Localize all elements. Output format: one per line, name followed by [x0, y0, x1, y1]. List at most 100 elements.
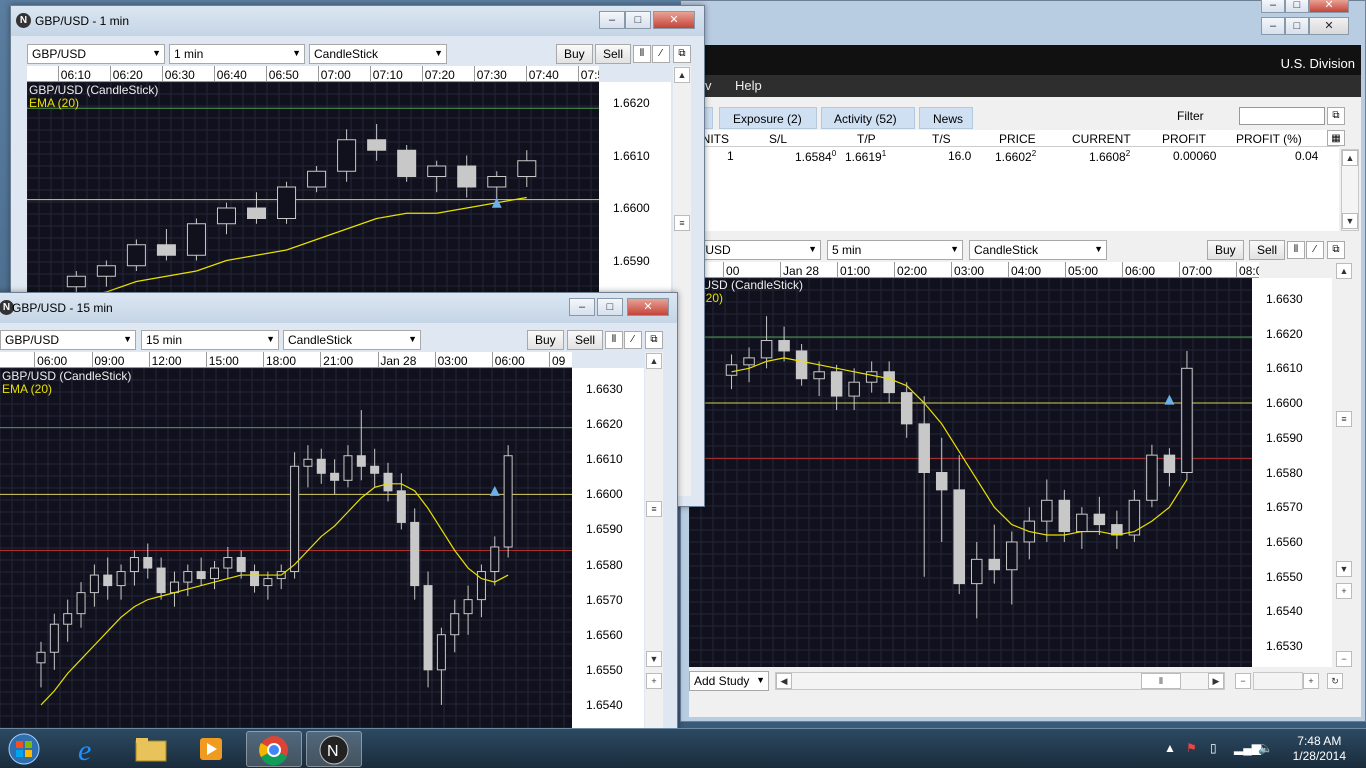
tab-exposure[interactable]: Exposure (2): [719, 107, 817, 129]
popout-icon[interactable]: ⧉: [645, 331, 663, 349]
filter-input[interactable]: [1239, 107, 1325, 125]
candles-icon[interactable]: ⫴: [1287, 241, 1305, 259]
tab-news[interactable]: News: [919, 107, 973, 129]
system-clock[interactable]: 7:48 AM 1/28/2014: [1293, 734, 1346, 764]
columns-icon[interactable]: ▦: [1327, 130, 1345, 146]
w5-chart-plot[interactable]: P/USD (CandleStick) A (20): [689, 278, 1252, 667]
scroll-left-icon[interactable]: ◀: [776, 673, 792, 689]
w15-buy-button[interactable]: Buy: [527, 330, 564, 350]
price-tick-label: 1.6630: [586, 382, 623, 397]
outer-minimize-button[interactable]: –: [1261, 0, 1285, 13]
w15-instrument-select[interactable]: GBP/USD ▼: [0, 330, 136, 350]
w1-buy-button[interactable]: Buy: [556, 44, 593, 64]
draw-icon[interactable]: ⁄: [624, 331, 642, 349]
scroll-up-icon[interactable]: ▲: [674, 67, 690, 83]
minimize-button[interactable]: –: [1261, 17, 1285, 35]
tab-activity[interactable]: Activity (52): [821, 107, 915, 129]
col-profit-pct[interactable]: PROFIT (%): [1236, 132, 1302, 146]
w15-chart-plot[interactable]: GBP/USD (CandleStick) EMA (20): [0, 368, 572, 733]
time-tick-mark: [318, 66, 320, 81]
network-icon[interactable]: ▂▄▆: [1234, 741, 1261, 755]
taskbar-media[interactable]: [182, 731, 238, 767]
w1-instrument-select[interactable]: GBP/USD ▼: [27, 44, 165, 64]
zoom-in-icon[interactable]: +: [1336, 583, 1352, 599]
scroll-up-icon[interactable]: ▲: [1342, 150, 1358, 166]
w1-sell-button[interactable]: Sell: [595, 44, 632, 64]
col-current[interactable]: CURRENT: [1072, 132, 1131, 146]
candles-icon[interactable]: ⫴: [633, 45, 651, 63]
w15-style-select[interactable]: CandleStick ▼: [283, 330, 421, 350]
scroll-thumb[interactable]: ⦀: [1141, 673, 1181, 689]
start-button[interactable]: [2, 731, 46, 767]
maximize-button[interactable]: □: [597, 298, 623, 316]
outer-close-button[interactable]: ✕: [1309, 0, 1349, 13]
scroll-down-icon[interactable]: ▼: [1336, 561, 1352, 577]
minimize-button[interactable]: –: [599, 11, 625, 29]
w5-timeframe-select[interactable]: 5 min ▼: [827, 240, 963, 260]
col-price[interactable]: PRICE: [999, 132, 1036, 146]
draw-icon[interactable]: ⁄: [652, 45, 670, 63]
menu-item-view[interactable]: v: [705, 78, 712, 93]
scroll-up-icon[interactable]: ▲: [1336, 263, 1352, 279]
add-study-select[interactable]: Add Study ▼: [689, 671, 769, 691]
maximize-button[interactable]: □: [625, 11, 651, 29]
close-button[interactable]: ✕: [653, 11, 695, 29]
price-tick-label: 1.6580: [586, 557, 623, 572]
zoom-slider[interactable]: [1253, 672, 1303, 690]
candle: [307, 166, 327, 193]
close-button[interactable]: ✕: [1309, 17, 1349, 35]
w15-sell-button[interactable]: Sell: [567, 330, 604, 350]
scroll-up-icon[interactable]: ▲: [646, 353, 662, 369]
popout-icon[interactable]: ⧉: [1327, 107, 1345, 125]
scroll-right-icon[interactable]: ▶: [1208, 673, 1224, 689]
w15-titlebar[interactable]: N GBP/USD - 15 min – □ ✕: [0, 293, 677, 323]
scroll-thumb[interactable]: ≡: [646, 501, 662, 517]
col-ts[interactable]: T/S: [932, 132, 951, 146]
scroll-thumb[interactable]: ≡: [1336, 411, 1352, 427]
minimize-button[interactable]: –: [569, 298, 595, 316]
entry-marker[interactable]: [489, 485, 500, 496]
col-profit[interactable]: PROFIT: [1162, 132, 1206, 146]
maximize-button[interactable]: □: [1285, 17, 1309, 35]
taskbar-explorer[interactable]: [122, 731, 178, 767]
taskbar-ie[interactable]: e: [62, 731, 118, 767]
w1-titlebar[interactable]: N GBP/USD - 1 min – □ ✕: [11, 6, 704, 36]
scroll-down-icon[interactable]: ▼: [646, 651, 662, 667]
col-sl[interactable]: S/L: [769, 132, 787, 146]
reset-icon[interactable]: ↻: [1327, 673, 1343, 689]
taskbar-trading-app[interactable]: N: [306, 731, 362, 767]
device-icon[interactable]: ▯: [1210, 741, 1217, 755]
action-center-icon[interactable]: ⚑: [1186, 741, 1197, 755]
candle: [848, 368, 860, 410]
popout-icon[interactable]: ⧉: [1327, 241, 1345, 259]
w1-chart-plot[interactable]: GBP/USD (CandleStick) EMA (20): [27, 82, 599, 292]
w5-style-select[interactable]: CandleStick ▼: [969, 240, 1107, 260]
w15-timeframe-select[interactable]: 15 min ▼: [141, 330, 279, 350]
entry-marker[interactable]: [1164, 394, 1175, 405]
candle: [410, 508, 420, 600]
menu-item-help[interactable]: Help: [735, 78, 762, 93]
popout-icon[interactable]: ⧉: [673, 45, 691, 63]
w5-buy-button[interactable]: Buy: [1207, 240, 1244, 260]
w5-sell-button[interactable]: Sell: [1249, 240, 1286, 260]
col-tp[interactable]: T/P: [857, 132, 876, 146]
zoom-in-icon[interactable]: +: [1303, 673, 1319, 689]
taskbar-chrome[interactable]: [246, 731, 302, 767]
draw-icon[interactable]: ⁄: [1306, 241, 1324, 259]
scroll-down-icon[interactable]: ▼: [1342, 213, 1358, 229]
w1-style-select[interactable]: CandleStick ▼: [309, 44, 447, 64]
close-button[interactable]: ✕: [627, 298, 669, 316]
zoom-out-icon[interactable]: −: [1336, 651, 1352, 667]
volume-icon[interactable]: 🔈: [1258, 741, 1273, 755]
outer-maximize-button[interactable]: □: [1285, 0, 1309, 13]
zoom-out-icon[interactable]: −: [1235, 673, 1251, 689]
candles-icon[interactable]: ⫴: [605, 331, 623, 349]
show-hidden-icons-icon[interactable]: ▲: [1164, 741, 1176, 755]
w1-timeframe-select[interactable]: 1 min ▼: [169, 44, 305, 64]
zoom-in-icon[interactable]: +: [646, 673, 662, 689]
trade-row[interactable]: 1 1.65840 1.66191 16.0 1.66022 1.66082 0…: [689, 147, 1339, 165]
scroll-thumb[interactable]: ≡: [674, 215, 690, 231]
w5-instrument-select[interactable]: P/USD ▼: [689, 240, 821, 260]
candle: [277, 181, 297, 224]
w5-vertical-scrollbar[interactable]: [1335, 262, 1353, 667]
